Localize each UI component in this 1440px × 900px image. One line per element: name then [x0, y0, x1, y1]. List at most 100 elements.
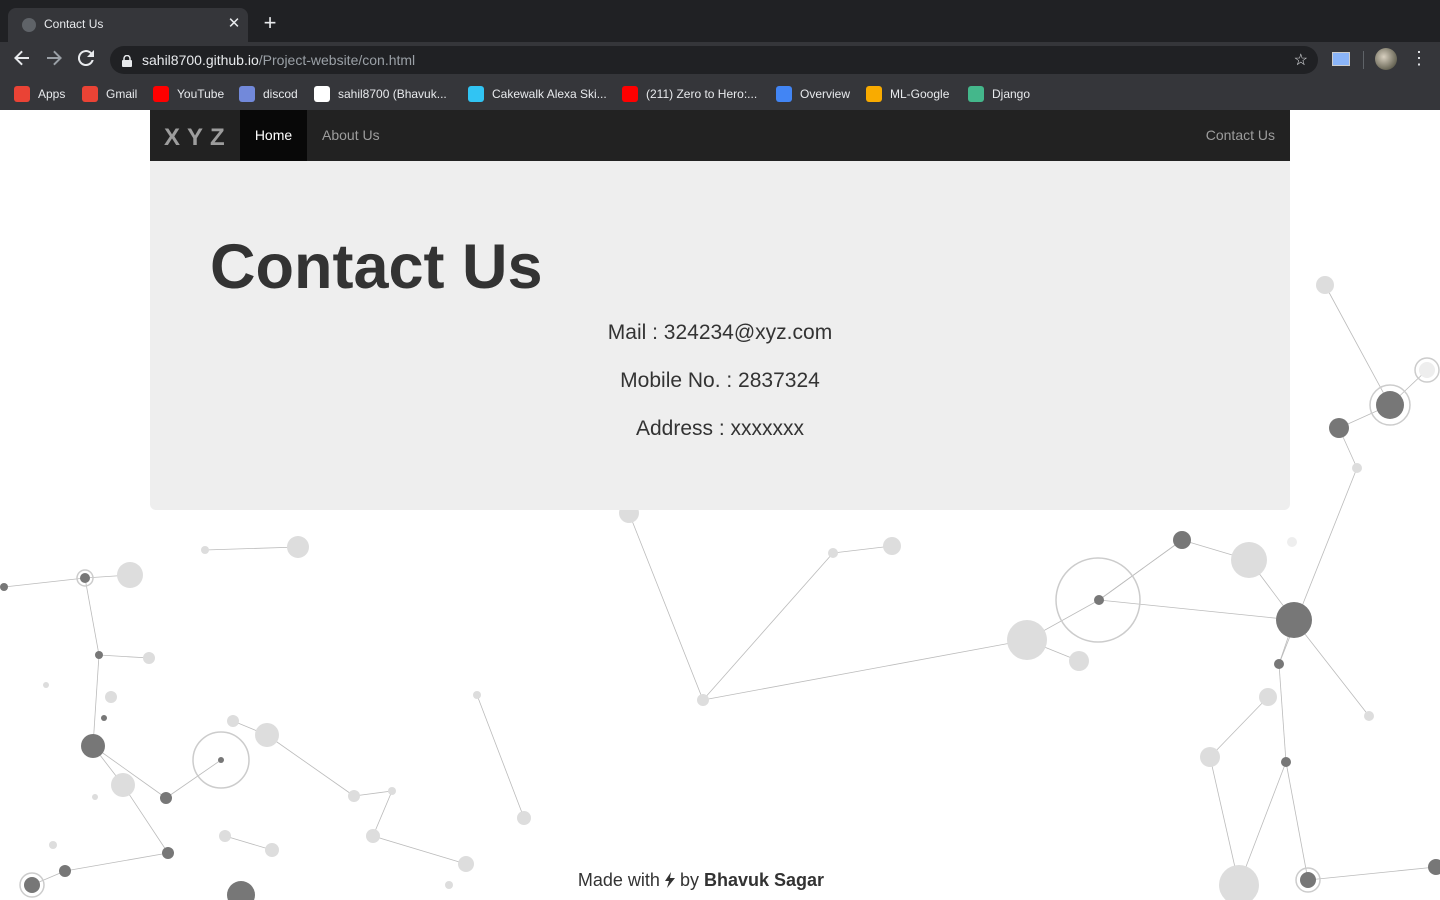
page-viewport: XYZ Home About Us Contact Us Contact Us … — [0, 110, 1440, 900]
footer-author: Bhavuk Sagar — [704, 870, 825, 890]
network-node — [348, 790, 360, 802]
network-link — [84, 577, 100, 656]
network-link — [1285, 761, 1309, 881]
site-brand[interactable]: XYZ — [164, 124, 232, 152]
network-node — [1069, 651, 1089, 671]
nav-about-link[interactable]: About Us — [322, 110, 380, 161]
network-node — [92, 794, 98, 800]
network-node — [828, 548, 838, 558]
bookmark-item[interactable]: ML-Google — [866, 86, 949, 102]
network-node — [219, 830, 231, 842]
reload-icon[interactable] — [74, 48, 98, 72]
network-node — [160, 792, 172, 804]
network-link — [92, 654, 100, 747]
bookmark-item[interactable]: Cakewalk Alexa Ski... — [468, 86, 607, 102]
network-link — [204, 546, 299, 551]
network-node — [1428, 859, 1440, 875]
page-title: Contact Us — [210, 232, 543, 302]
extension-icon[interactable] — [1332, 52, 1350, 66]
network-link — [372, 790, 393, 837]
network-node — [117, 562, 143, 588]
url-text: sahil8700.github.io/Project-website/con.… — [142, 52, 416, 68]
network-node — [1276, 602, 1312, 638]
bookmark-star-icon[interactable]: ☆ — [1294, 50, 1308, 70]
network-link — [1098, 539, 1183, 601]
bookmark-item[interactable]: sahil8700 (Bhavuk... — [314, 86, 447, 102]
network-node — [111, 773, 135, 797]
kebab-menu-icon[interactable]: ⋮ — [1410, 48, 1428, 69]
network-node — [255, 723, 279, 747]
close-tab-icon[interactable]: ✕ — [226, 15, 242, 33]
network-node — [1419, 362, 1435, 378]
nav-contact-link[interactable]: Contact Us — [1206, 110, 1275, 161]
network-link — [1098, 599, 1295, 621]
network-node — [1274, 659, 1284, 669]
tab-title: Contact Us — [44, 17, 104, 31]
network-node — [1094, 595, 1104, 605]
network-link — [266, 734, 355, 797]
contact-mail: Mail : 324234@xyz.com — [607, 321, 833, 344]
network-link — [3, 577, 86, 588]
lock-icon — [122, 54, 132, 72]
network-link — [1278, 663, 1287, 763]
network-node — [1329, 418, 1349, 438]
site-footer: Made with by Bhavuk Sagar — [0, 870, 1402, 891]
network-node — [218, 757, 224, 763]
site-navbar: XYZ Home About Us Contact Us — [150, 110, 1290, 161]
bookmark-item[interactable]: YouTube — [153, 86, 224, 102]
network-node — [366, 829, 380, 843]
bookmark-item[interactable]: Overview — [776, 86, 850, 102]
forward-arrow-icon[interactable] — [42, 48, 66, 72]
network-node — [287, 536, 309, 558]
network-link — [64, 852, 169, 872]
browser-toolbar: sahil8700.github.io/Project-website/con.… — [0, 42, 1440, 78]
bookmark-item[interactable]: Django — [968, 86, 1030, 102]
network-node — [473, 691, 481, 699]
contact-address: Address : xxxxxxx — [635, 417, 805, 440]
address-bar[interactable]: sahil8700.github.io/Project-website/con.… — [110, 46, 1318, 74]
network-node — [883, 537, 901, 555]
network-node — [1376, 391, 1404, 419]
google-assistant-icon — [776, 86, 792, 102]
globe-icon — [22, 18, 36, 32]
youtube-icon — [153, 86, 169, 102]
bookmark-item[interactable]: (211) Zero to Hero:... — [622, 86, 757, 102]
network-node — [81, 734, 105, 758]
bookmark-item[interactable]: Gmail — [82, 86, 137, 102]
discord-icon — [239, 86, 255, 102]
bookmark-label: Cakewalk Alexa Ski... — [492, 87, 607, 101]
network-link — [1293, 619, 1370, 717]
network-node — [0, 583, 8, 591]
footer-by: by — [679, 870, 699, 890]
network-node — [227, 715, 239, 727]
bookmark-item[interactable]: discod — [239, 86, 298, 102]
nav-home-link[interactable]: Home — [240, 110, 307, 161]
bookmark-item[interactable]: Apps — [14, 86, 65, 102]
network-node — [49, 841, 57, 849]
network-node — [1259, 688, 1277, 706]
network-link — [1209, 696, 1269, 758]
network-node — [1316, 276, 1334, 294]
network-node — [105, 691, 117, 703]
network-node — [201, 546, 209, 554]
network-node — [1281, 757, 1291, 767]
profile-avatar[interactable] — [1375, 48, 1397, 70]
network-node — [1364, 711, 1374, 721]
bookmark-label: YouTube — [177, 87, 225, 101]
google-colab-icon — [866, 86, 882, 102]
network-node — [1352, 463, 1362, 473]
browser-tabstrip: Contact Us ✕ + — [0, 0, 1440, 42]
apps-grid-icon — [14, 86, 30, 102]
network-link — [476, 694, 525, 819]
contact-panel: Contact Us Mail : 324234@xyz.com Mobile … — [150, 161, 1290, 510]
browser-tab-active[interactable]: Contact Us ✕ — [8, 8, 248, 42]
back-arrow-icon[interactable] — [10, 48, 34, 72]
network-node — [95, 651, 103, 659]
network-link — [372, 835, 467, 865]
new-tab-button[interactable]: + — [259, 12, 281, 34]
django-icon — [968, 86, 984, 102]
network-node — [1231, 542, 1267, 578]
network-node — [1007, 620, 1047, 660]
network-node — [265, 843, 279, 857]
network-link — [702, 552, 834, 701]
